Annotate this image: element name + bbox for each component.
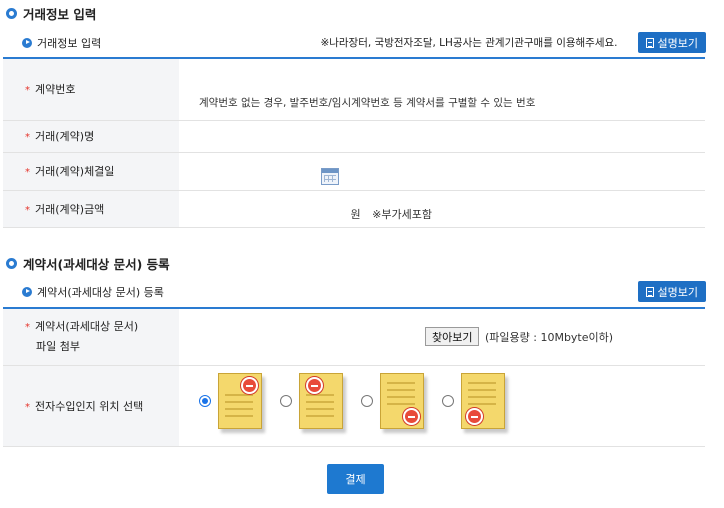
contract-date-label: * 거래(계약)체결일 bbox=[3, 152, 179, 191]
stamp-icon bbox=[306, 376, 323, 394]
stamp-bottom-right-preview bbox=[380, 372, 424, 429]
required-mark: * bbox=[25, 322, 30, 334]
radio-button[interactable] bbox=[361, 394, 373, 407]
form-row-contract-name: * 거래(계약)명 bbox=[3, 120, 705, 153]
contract-amount-cell: 원 ※부가세포함 bbox=[179, 190, 705, 228]
contract-date-cell bbox=[179, 152, 705, 191]
form-row-file-attach: * 계약서(과세대상 문서) 파일 첨부 찾아보기 (파일용량 : 10Mbyte… bbox=[3, 308, 705, 366]
stamp-position-options bbox=[179, 365, 705, 447]
guide-button-label: 설명보기 bbox=[657, 36, 698, 50]
file-size-note: (파일용량 : 10Mbyte이하) bbox=[484, 330, 614, 344]
section-title-contract-doc: 계약서(과세대상 문서) 등록 bbox=[6, 254, 170, 273]
section-title-transaction: 거래정보 입력 bbox=[6, 4, 96, 23]
required-mark: * bbox=[25, 204, 30, 216]
agency-notice: ※나라장터, 국방전자조달, LH공사는 관계기관구매를 이용해주세요. bbox=[320, 37, 618, 49]
file-attach-label: * 계약서(과세대상 문서) 파일 첨부 bbox=[3, 308, 179, 366]
form-row-contract-amount: * 거래(계약)금액 원 ※부가세포함 bbox=[3, 190, 705, 228]
section-bullet-icon bbox=[6, 8, 17, 19]
subheader-label: 계약서(과세대상 문서) 등록 bbox=[37, 285, 164, 299]
stamp-position-label: * 전자수입인지 위치 선택 bbox=[3, 365, 179, 447]
transaction-form: * 계약번호 계약번호 없는 경우, 발주번호/임시계약번호 등 계약서를 구별할… bbox=[3, 57, 705, 228]
contract-date-input[interactable] bbox=[195, 157, 317, 180]
currency-unit: 원 bbox=[350, 207, 361, 221]
stamp-position-option-1[interactable] bbox=[199, 372, 262, 429]
section-title-label: 계약서(과세대상 문서) 등록 bbox=[23, 257, 170, 272]
stamp-position-option-4[interactable] bbox=[442, 372, 505, 429]
radio-button[interactable] bbox=[442, 394, 454, 407]
radio-button[interactable] bbox=[199, 394, 211, 407]
play-bullet-icon bbox=[22, 37, 32, 48]
subheader-transaction: 거래정보 입력 ※나라장터, 국방전자조달, LH공사는 관계기관구매를 이용해… bbox=[22, 32, 706, 53]
stamp-icon bbox=[241, 376, 258, 394]
play-bullet-icon bbox=[22, 286, 32, 297]
contract-number-label: * 계약번호 bbox=[3, 58, 179, 121]
required-mark: * bbox=[25, 85, 30, 96]
contract-name-input[interactable] bbox=[179, 120, 705, 153]
pay-button[interactable]: 결제 bbox=[327, 464, 384, 494]
radio-button[interactable] bbox=[280, 394, 292, 407]
browse-file-button[interactable]: 찾아보기 bbox=[425, 327, 480, 347]
stamp-bottom-left-preview bbox=[461, 372, 505, 429]
stamp-position-option-3[interactable] bbox=[361, 372, 424, 429]
section-title-label: 거래정보 입력 bbox=[23, 7, 97, 22]
contract-amount-input[interactable] bbox=[195, 195, 345, 218]
required-mark: * bbox=[25, 401, 30, 413]
document-icon bbox=[645, 37, 654, 48]
contract-number-hint: 계약번호 없는 경우, 발주번호/임시계약번호 등 계약서를 구별할 수 있는 … bbox=[199, 97, 536, 109]
required-mark: * bbox=[25, 132, 30, 143]
guide-button[interactable]: 설명보기 bbox=[637, 281, 706, 302]
subheader-label: 거래정보 입력 bbox=[37, 36, 102, 50]
calendar-icon[interactable] bbox=[320, 167, 339, 185]
guide-button-label: 설명보기 bbox=[657, 285, 698, 299]
form-row-contract-date: * 거래(계약)체결일 bbox=[3, 152, 705, 191]
vat-note: ※부가세포함 bbox=[372, 207, 432, 221]
document-icon bbox=[645, 286, 654, 297]
stamp-top-left-preview bbox=[218, 372, 262, 429]
file-attach-cell: 찾아보기 (파일용량 : 10Mbyte이하) bbox=[179, 308, 705, 366]
guide-button[interactable]: 설명보기 bbox=[637, 32, 706, 53]
subheader-contract-doc: 계약서(과세대상 문서) 등록 설명보기 bbox=[22, 281, 706, 302]
stamp-icon bbox=[466, 407, 483, 425]
stamp-position-option-2[interactable] bbox=[280, 372, 343, 429]
contract-name-label: * 거래(계약)명 bbox=[3, 120, 179, 153]
stamp-top-right-preview bbox=[299, 372, 343, 429]
contract-doc-form: * 계약서(과세대상 문서) 파일 첨부 찾아보기 (파일용량 : 10Mbyte… bbox=[3, 307, 705, 447]
section-bullet-icon bbox=[6, 258, 17, 269]
form-row-contract-number: * 계약번호 계약번호 없는 경우, 발주번호/임시계약번호 등 계약서를 구별할… bbox=[3, 58, 705, 121]
form-row-stamp-position: * 전자수입인지 위치 선택 bbox=[3, 365, 705, 447]
contract-amount-label: * 거래(계약)금액 bbox=[3, 190, 179, 228]
required-mark: * bbox=[25, 167, 30, 178]
stamp-icon bbox=[403, 407, 420, 425]
contract-number-cell[interactable]: 계약번호 없는 경우, 발주번호/임시계약번호 등 계약서를 구별할 수 있는 … bbox=[179, 58, 705, 121]
